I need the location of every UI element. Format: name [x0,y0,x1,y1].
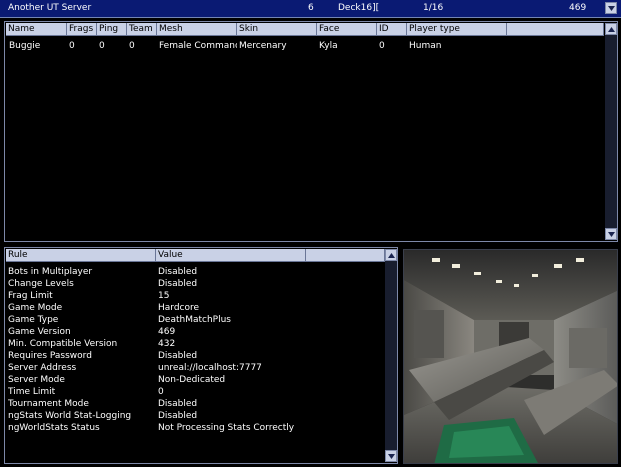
column-header-rule[interactable]: Rule [6,249,156,262]
column-header-frags[interactable]: Frags [67,23,97,36]
scroll-down-icon[interactable] [605,228,617,240]
scroll-down-icon[interactable] [385,450,397,462]
rule-name: Frag Limit [8,291,53,301]
column-header-filler [306,249,385,262]
column-header-filler [507,23,604,36]
rule-name: Min. Compatible Version [8,339,118,349]
rule-value: DeathMatchPlus [158,315,231,325]
column-header-name[interactable]: Name [6,23,67,36]
column-header-value[interactable]: Value [156,249,306,262]
player-id: 0 [379,41,385,51]
scroll-up-icon[interactable] [605,23,617,35]
rule-value: Hardcore [158,303,200,313]
rule-value: Not Processing Stats Correctly [158,423,295,433]
player-frags: 0 [69,41,75,51]
map-preview-graphic [404,250,617,463]
rule-value: Disabled [158,411,198,421]
rule-value: Disabled [158,267,198,277]
rule-value: Disabled [158,351,198,361]
rule-value: 15 [158,291,170,301]
scroll-up-icon[interactable] [385,249,397,261]
rule-value: 469 [158,327,176,337]
rule-name: Server Address [8,363,77,373]
column-header-mesh[interactable]: Mesh [157,23,237,36]
rule-name: Time Limit [8,387,56,397]
rule-value: Disabled [158,399,198,409]
player-ping: 0 [99,41,105,51]
column-header-team[interactable]: Team [127,23,157,36]
server-list-row[interactable]: Another UT Server 6 Deck16][ 1/16 469 [0,0,621,18]
server-players: 1/16 [423,3,444,13]
dropdown-arrow-icon[interactable] [605,2,617,14]
rule-name: Game Version [8,327,71,337]
rule-name: Tournament Mode [8,399,89,409]
player-mesh: Female Commanc [159,41,237,51]
player-name: Buggie [9,41,41,51]
rule-name: ngWorldStats Status [8,423,100,433]
rule-value: Disabled [158,279,198,289]
column-header-face[interactable]: Face [317,23,377,36]
column-header-skin[interactable]: Skin [237,23,317,36]
map-preview-image [403,249,618,464]
player-face: Kyla [319,41,338,51]
rule-name: Requires Password [8,351,92,361]
rule-value: unreal://localhost:7777 [158,363,262,373]
server-name: Another UT Server [8,3,92,13]
server-map: Deck16][ [338,3,380,13]
column-header-id[interactable]: ID [377,23,407,36]
players-table[interactable]: Name Frags Ping Team Mesh Skin Face ID P… [4,21,618,242]
player-skin: Mercenary [239,41,287,51]
rule-name: Server Mode [8,375,65,385]
column-header-player-type[interactable]: Player type [407,23,507,36]
rules-table[interactable]: Rule Value Bots in Multiplayer Disabled Ch… [4,247,398,464]
player-team: 0 [129,41,135,51]
rule-value: 432 [158,339,176,349]
player-type: Human [409,41,442,51]
server-ping: 6 [308,3,314,13]
rule-name: Game Type [8,315,59,325]
column-header-ping[interactable]: Ping [97,23,127,36]
rule-value: 0 [158,387,164,397]
rule-name: ngStats World Stat-Logging [8,411,132,421]
rule-value: Non-Dedicated [158,375,226,385]
rules-scrollbar[interactable] [385,249,397,462]
players-scrollbar[interactable] [605,23,617,240]
scrollbar-track[interactable] [605,35,617,228]
server-version: 469 [569,3,587,13]
rule-name: Game Mode [8,303,63,313]
rule-name: Bots in Multiplayer [8,267,93,277]
scrollbar-track[interactable] [385,261,397,450]
rule-name: Change Levels [8,279,74,289]
